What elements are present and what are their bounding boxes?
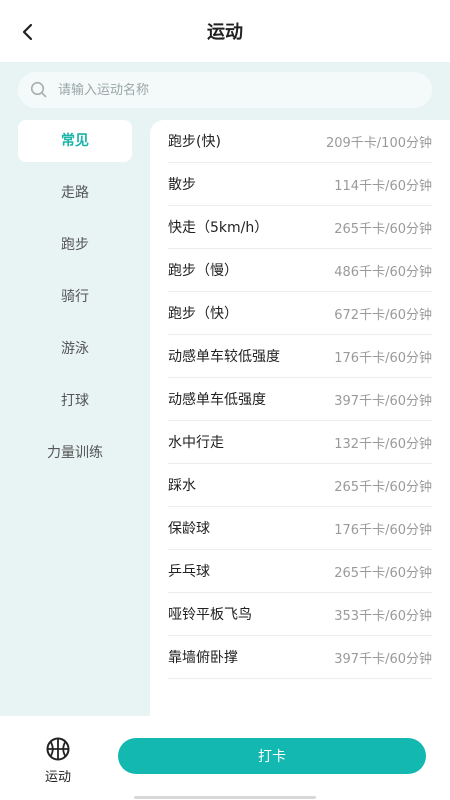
tab-sport[interactable]: 运动 <box>32 736 84 786</box>
activity-calories: 114千卡/60分钟 <box>334 178 432 194</box>
activity-name: 跑步（快） <box>168 306 238 322</box>
activity-calories: 397千卡/60分钟 <box>334 651 432 667</box>
activity-name: 快走（5km/h） <box>168 220 269 236</box>
search-bar[interactable] <box>18 72 432 108</box>
activity-item[interactable]: 踩水 265千卡/60分钟 <box>168 464 432 507</box>
category-sidebar: 常见 走路 跑步 骑行 游泳 打球 力量训练 <box>18 120 132 484</box>
activity-calories: 486千卡/60分钟 <box>334 264 432 280</box>
activity-calories: 265千卡/60分钟 <box>334 221 432 237</box>
category-ball-games[interactable]: 打球 <box>18 380 132 422</box>
bottom-bar: 运动 打卡 <box>0 716 450 800</box>
activity-name: 哑铃平板飞鸟 <box>168 607 252 623</box>
tab-sport-label: 运动 <box>44 770 71 785</box>
activity-name: 踩水 <box>168 478 196 494</box>
activity-name: 乒乓球 <box>168 564 210 580</box>
category-walking[interactable]: 走路 <box>18 172 132 214</box>
activity-item[interactable]: 快走（5km/h） 265千卡/60分钟 <box>168 206 432 249</box>
activity-item[interactable]: 水中行走 132千卡/60分钟 <box>168 421 432 464</box>
activity-item[interactable]: 动感单车较低强度 176千卡/60分钟 <box>168 335 432 378</box>
activity-calories: 265千卡/60分钟 <box>334 479 432 495</box>
basketball-icon <box>46 737 70 761</box>
top-bar: 运动 <box>0 0 450 62</box>
activity-name: 保龄球 <box>168 521 210 537</box>
activity-name: 水中行走 <box>168 435 224 451</box>
category-cycling[interactable]: 骑行 <box>18 276 132 318</box>
activity-name: 散步 <box>168 177 196 193</box>
activity-item[interactable]: 跑步（快） 672千卡/60分钟 <box>168 292 432 335</box>
activity-list: 跑步(快) 209千卡/100分钟 散步 114千卡/60分钟 快走（5km/h… <box>150 120 450 716</box>
activity-name: 跑步(快) <box>168 134 221 150</box>
activity-item[interactable]: 散步 114千卡/60分钟 <box>168 163 432 206</box>
activity-item[interactable]: 靠墙俯卧撑 397千卡/60分钟 <box>168 636 432 679</box>
page-title: 运动 <box>207 22 243 43</box>
category-running[interactable]: 跑步 <box>18 224 132 266</box>
checkin-button[interactable]: 打卡 <box>118 738 426 774</box>
category-common[interactable]: 常见 <box>18 120 132 162</box>
home-indicator <box>134 796 316 799</box>
activity-calories: 265千卡/60分钟 <box>334 565 432 581</box>
activity-name: 跑步（慢） <box>168 263 238 279</box>
activity-name: 靠墙俯卧撑 <box>168 650 238 666</box>
activity-name: 动感单车低强度 <box>168 392 266 408</box>
search-input[interactable] <box>56 81 400 99</box>
activity-item[interactable]: 保龄球 176千卡/60分钟 <box>168 507 432 550</box>
category-strength-training[interactable]: 力量训练 <box>18 432 132 474</box>
activity-calories: 132千卡/60分钟 <box>334 436 432 452</box>
activity-calories: 176千卡/60分钟 <box>334 350 432 366</box>
activity-item[interactable]: 乒乓球 265千卡/60分钟 <box>168 550 432 593</box>
category-swimming[interactable]: 游泳 <box>18 328 132 370</box>
activity-calories: 209千卡/100分钟 <box>325 135 432 151</box>
activity-calories: 397千卡/60分钟 <box>334 393 432 409</box>
activity-calories: 176千卡/60分钟 <box>334 522 432 538</box>
activity-item[interactable]: 哑铃平板飞鸟 353千卡/60分钟 <box>168 593 432 636</box>
activity-calories: 353千卡/60分钟 <box>334 608 432 624</box>
search-icon <box>30 81 47 98</box>
activity-item[interactable]: 动感单车低强度 397千卡/60分钟 <box>168 378 432 421</box>
activity-item[interactable]: 跑步（慢） 486千卡/60分钟 <box>168 249 432 292</box>
activity-item[interactable]: 跑步(快) 209千卡/100分钟 <box>168 120 432 163</box>
activity-calories: 672千卡/60分钟 <box>334 307 432 323</box>
activity-name: 动感单车较低强度 <box>168 349 280 365</box>
